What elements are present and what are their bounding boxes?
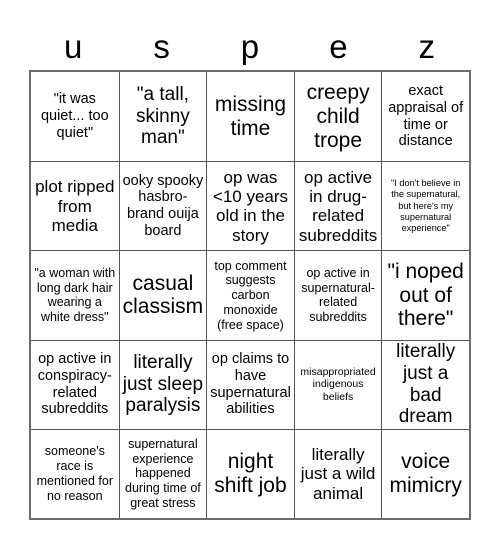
bingo-cell-1-4[interactable]: "I don't believe in the supernatural, bu… [381, 161, 469, 251]
bingo-cell-2-0[interactable]: "a woman with long dark hair wearing a w… [31, 250, 119, 340]
bingo-cell-2-2-free-space[interactable]: top comment suggests carbon monoxide (fr… [206, 250, 294, 340]
bingo-header-letter-3: e [329, 27, 348, 65]
bingo-header-letter-4: z [418, 27, 436, 65]
bingo-cell-label: exact appraisal of time or distance [388, 82, 464, 150]
bingo-cell-label: op was <10 years old in the story [212, 167, 289, 245]
bingo-cell-label: "a tall, skinny man" [135, 84, 190, 149]
bingo-cell-label: top comment suggests carbon monoxide (fr… [214, 258, 287, 332]
bingo-cell-4-1[interactable]: supernatural experience happened during … [118, 428, 207, 518]
bingo-cell-3-3[interactable]: misappropriated indigenous beliefs [293, 339, 382, 429]
bingo-cell-label: ooky spooky hasbro-brand ouija board [122, 172, 204, 240]
bingo-cell-1-2[interactable]: op was <10 years old in the story [206, 161, 294, 251]
bingo-row-2: "a woman with long dark hair wearing a w… [31, 250, 469, 340]
bingo-cell-label: supernatural experience happened during … [125, 436, 201, 510]
bingo-cell-3-4[interactable]: literally just a bad dream [381, 339, 469, 429]
bingo-cell-label: someone's race is mentioned for no reaso… [36, 444, 114, 503]
bingo-cell-2-4[interactable]: "i noped out of there" [381, 250, 469, 340]
bingo-header-letter-2: p [240, 27, 260, 65]
bingo-cell-4-3[interactable]: literally just a wild animal [293, 428, 382, 518]
bingo-cell-label: literally just a bad dream [396, 341, 456, 428]
bingo-card: u s p e z "it was quiet... too quiet" "a… [29, 22, 471, 520]
bingo-header-letter-1: s [153, 27, 170, 65]
bingo-cell-3-0[interactable]: op active in conspiracy-related subreddi… [31, 339, 119, 429]
bingo-cell-1-0[interactable]: plot ripped from media [31, 161, 119, 251]
bingo-cell-label: plot ripped from media [35, 177, 115, 235]
bingo-cell-2-3[interactable]: op active in supernatural-related subred… [293, 250, 382, 340]
bingo-row-3: op active in conspiracy-related subreddi… [31, 339, 469, 429]
bingo-cell-label: night shift job [214, 449, 287, 497]
bingo-cell-label: voice mimicry [389, 449, 462, 497]
bingo-header-letter-0: u [64, 27, 83, 65]
bingo-cell-label: "I don't believe in the supernatural, bu… [390, 178, 461, 234]
bingo-cell-label: op claims to have supernatural abilities [210, 351, 291, 418]
bingo-cell-1-3[interactable]: op active in drug-related subreddits [293, 161, 382, 251]
bingo-cell-4-0[interactable]: someone's race is mentioned for no reaso… [31, 428, 119, 518]
bingo-cell-3-2[interactable]: op claims to have supernatural abilities [206, 339, 294, 429]
bingo-cell-0-2[interactable]: missing time [206, 72, 294, 162]
bingo-cell-1-1[interactable]: ooky spooky hasbro-brand ouija board [118, 161, 207, 251]
bingo-cell-label: "i noped out of there" [387, 259, 464, 331]
bingo-cell-label: op active in conspiracy-related subreddi… [37, 351, 112, 418]
bingo-row-1: plot ripped from media ooky spooky hasbr… [31, 161, 469, 251]
bingo-cell-label: op active in drug-related subreddits [298, 167, 378, 245]
bingo-cell-label: creepy child trope [306, 80, 370, 152]
bingo-cell-label: "it was quiet... too quiet" [40, 91, 109, 141]
bingo-cell-label: literally just sleep paralysis [122, 352, 204, 417]
bingo-cell-label: op active in supernatural-related subred… [301, 265, 375, 325]
bingo-cell-label: misappropriated indigenous beliefs [300, 365, 376, 403]
bingo-cell-2-1[interactable]: casual classism [118, 250, 207, 340]
bingo-cell-4-4[interactable]: voice mimicry [381, 428, 469, 518]
bingo-cell-label: "a woman with long dark hair wearing a w… [34, 265, 116, 325]
bingo-header-row: u s p e z [29, 22, 471, 70]
bingo-cell-label: casual classism [122, 271, 204, 319]
bingo-cell-3-1[interactable]: literally just sleep paralysis [118, 339, 207, 429]
bingo-cell-0-3[interactable]: creepy child trope [293, 72, 382, 162]
bingo-cell-4-2[interactable]: night shift job [206, 428, 294, 518]
bingo-cell-0-0[interactable]: "it was quiet... too quiet" [31, 72, 119, 162]
bingo-row-0: "it was quiet... too quiet" "a tall, ski… [31, 72, 469, 162]
bingo-grid: "it was quiet... too quiet" "a tall, ski… [29, 70, 471, 520]
bingo-row-4: someone's race is mentioned for no reaso… [31, 428, 469, 518]
bingo-cell-0-4[interactable]: exact appraisal of time or distance [381, 72, 469, 162]
bingo-cell-label: literally just a wild animal [300, 444, 376, 503]
bingo-cell-0-1[interactable]: "a tall, skinny man" [118, 72, 207, 162]
bingo-cell-label: missing time [214, 92, 287, 140]
